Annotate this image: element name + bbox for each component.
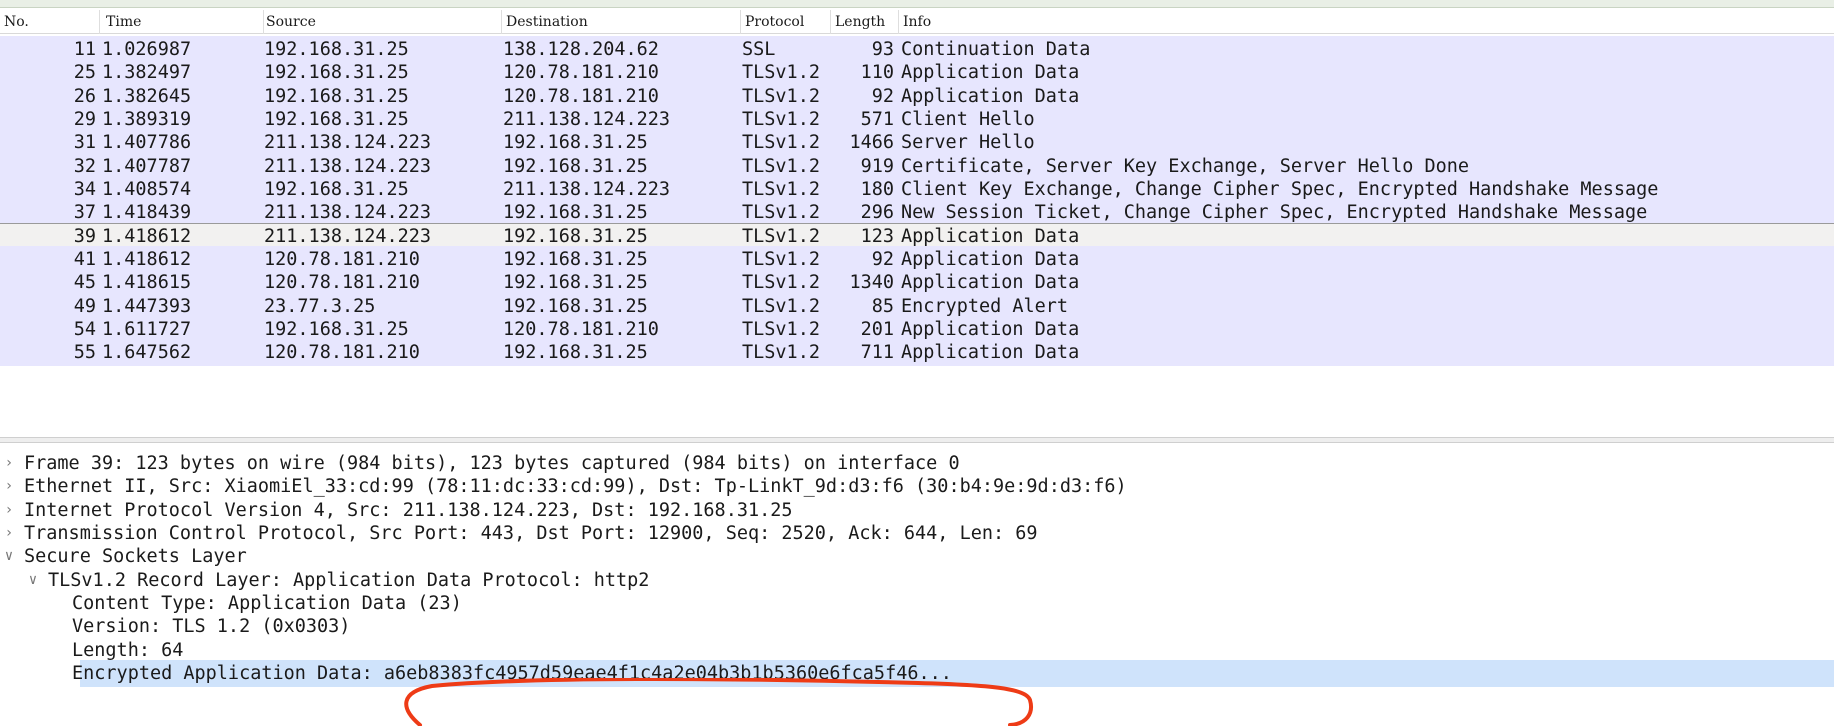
packet-info: Server Hello (901, 132, 1035, 153)
detail-text: Version: TLS 1.2 (0x0303) (72, 616, 351, 637)
window-top-strip (0, 0, 1834, 8)
packet-length: 1340 (849, 272, 894, 293)
packet-destination: 192.168.31.25 (503, 132, 648, 153)
packet-source: 120.78.181.210 (264, 342, 420, 363)
column-header-source[interactable]: Source (264, 10, 502, 34)
packet-protocol: TLSv1.2 (742, 132, 820, 153)
packet-info: Application Data (901, 62, 1080, 83)
packet-protocol: TLSv1.2 (742, 62, 820, 83)
chevron-right-icon[interactable]: › (2, 473, 16, 500)
packet-length: 1466 (849, 132, 894, 153)
packet-row[interactable]: 31 1.407786 211.138.124.223 192.168.31.25 TL… (0, 129, 1834, 156)
chevron-down-icon[interactable]: ∨ (2, 543, 16, 570)
column-header-no[interactable]: No. (0, 10, 100, 34)
detail-line[interactable]: ∨ Secure Sockets Layer (0, 543, 1834, 570)
column-header-destination[interactable]: Destination (502, 10, 741, 34)
column-header-info[interactable]: Info (899, 10, 1834, 34)
packet-time: 1.382497 (102, 62, 192, 83)
column-header-time[interactable]: Time (100, 10, 264, 34)
packet-protocol: TLSv1.2 (742, 342, 820, 363)
detail-line-selected[interactable]: Encrypted Application Data: a6eb8383fc49… (0, 660, 1834, 687)
packet-length: 110 (860, 62, 894, 83)
packet-row[interactable]: 55 1.647562 120.78.181.210 192.168.31.25 TLS… (0, 339, 1834, 366)
packet-no: 45 (73, 272, 96, 293)
detail-text: Secure Sockets Layer (24, 546, 247, 567)
column-header-length[interactable]: Length (831, 10, 899, 34)
detail-line[interactable]: Version: TLS 1.2 (0x0303) (0, 613, 1834, 640)
packet-time: 1.418439 (102, 202, 192, 223)
packet-length: 711 (860, 342, 894, 363)
packet-source: 120.78.181.210 (264, 272, 420, 293)
detail-text: Ethernet II, Src: XiaomiEl_33:cd:99 (78:… (24, 476, 1127, 497)
packet-no: 25 (73, 62, 96, 83)
packet-destination: 192.168.31.25 (503, 202, 648, 223)
packet-length: 296 (860, 202, 894, 223)
column-header-protocol[interactable]: Protocol (741, 10, 831, 34)
packet-info: Application Data (901, 272, 1080, 293)
packet-no: 37 (73, 202, 96, 223)
packet-no: 55 (73, 342, 96, 363)
packet-time: 1.418615 (102, 272, 192, 293)
packet-protocol: TLSv1.2 (742, 202, 820, 223)
packet-row[interactable]: 37 1.418439 211.138.124.223 192.168.31.25 TL… (0, 199, 1834, 226)
detail-line[interactable]: › Ethernet II, Src: XiaomiEl_33:cd:99 (78… (0, 473, 1834, 500)
packet-list-pane: No. Time Source Destination Protocol Len… (0, 10, 1834, 435)
packet-details-pane: › Frame 39: 123 bytes on wire (984 bits),… (0, 450, 1834, 726)
packet-source: 211.138.124.223 (264, 132, 432, 153)
packet-row[interactable]: 25 1.382497 192.168.31.25 120.78.181.210 TLS… (0, 59, 1834, 86)
packet-no: 31 (73, 132, 96, 153)
pane-splitter[interactable] (0, 437, 1834, 443)
packet-time: 1.647562 (102, 342, 192, 363)
packet-source: 192.168.31.25 (264, 62, 409, 83)
packet-time: 1.407786 (102, 132, 192, 153)
packet-destination: 120.78.181.210 (503, 62, 659, 83)
packet-destination: 192.168.31.25 (503, 272, 648, 293)
packet-protocol: TLSv1.2 (742, 272, 820, 293)
packet-info: New Session Ticket, Change Cipher Spec, … (901, 202, 1648, 223)
packet-info: Application Data (901, 342, 1080, 363)
packet-row[interactable]: 45 1.418615 120.78.181.210 192.168.31.25 TLS… (0, 269, 1834, 296)
detail-text: Encrypted Application Data: a6eb8383fc49… (72, 663, 952, 684)
packet-source: 211.138.124.223 (264, 202, 432, 223)
packet-list-header: No. Time Source Destination Protocol Len… (0, 10, 1834, 34)
packet-destination: 192.168.31.25 (503, 342, 648, 363)
